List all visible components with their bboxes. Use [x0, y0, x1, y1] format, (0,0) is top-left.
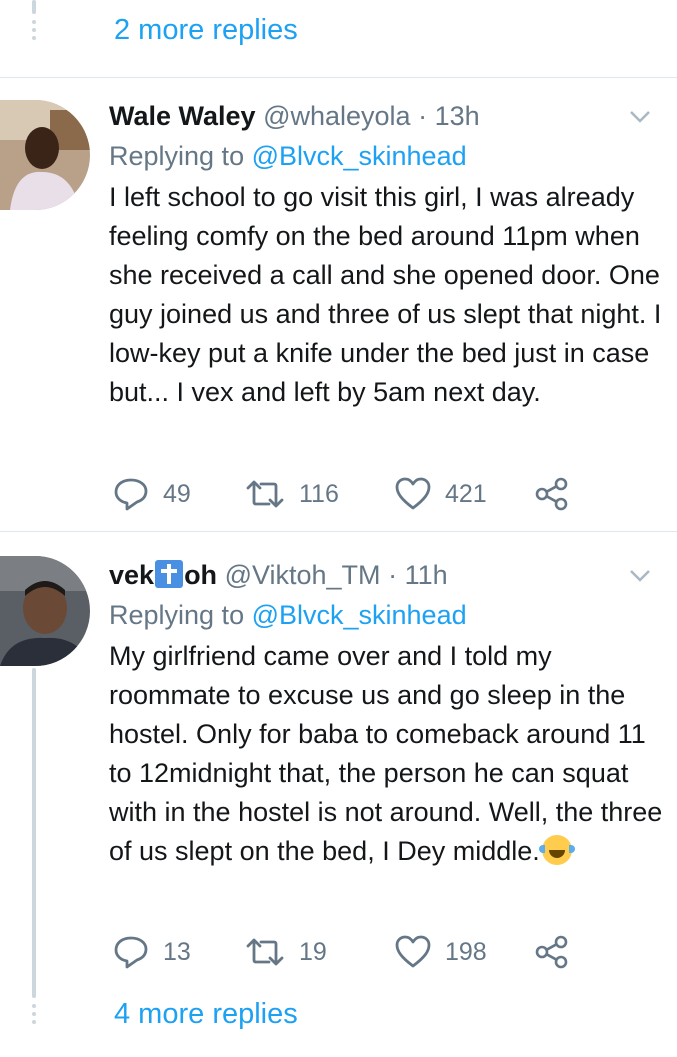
latin-cross-emoji — [155, 560, 184, 588]
like-count: 421 — [445, 479, 487, 508]
divider — [0, 531, 677, 532]
retweet-icon — [246, 938, 284, 966]
handle[interactable]: @Viktoh_TM — [225, 560, 381, 590]
timestamp[interactable]: 11h — [405, 560, 448, 590]
retweet-button[interactable]: 116 — [245, 474, 339, 514]
display-name-part: oh — [184, 560, 218, 590]
tweet-header: Wale Waley @whaleyola · 13h — [109, 96, 669, 136]
display-name[interactable]: vek oh — [109, 560, 217, 590]
like-button[interactable]: 421 — [395, 474, 487, 514]
tweet-header: vek oh @Viktoh_TM · 11h — [109, 555, 669, 595]
like-count: 198 — [445, 937, 487, 966]
timestamp[interactable]: 13h — [435, 101, 480, 131]
replying-to-label: Replying to — [109, 141, 252, 171]
retweet-count: 116 — [299, 479, 339, 508]
reply-count: 13 — [163, 937, 191, 966]
like-button[interactable]: 198 — [395, 932, 487, 972]
reply-button[interactable]: 13 — [113, 932, 191, 972]
replying-to: Replying to @Blvck_skinhead — [109, 595, 669, 635]
divider — [0, 77, 677, 78]
avatar[interactable] — [0, 556, 90, 666]
more-replies-link-bottom[interactable]: 4 more replies — [114, 998, 298, 1031]
replying-to: Replying to @Blvck_skinhead — [109, 136, 669, 176]
separator-dot: · — [388, 560, 398, 590]
share-button[interactable] — [535, 932, 583, 972]
mention-link[interactable]: @Blvck_skinhead — [252, 600, 467, 630]
retweet-count: 19 — [299, 937, 327, 966]
mention-link[interactable]: @Blvck_skinhead — [252, 141, 467, 171]
display-name[interactable]: Wale Waley — [109, 101, 256, 131]
tweet-text: I left school to go visit this girl, I w… — [109, 182, 662, 407]
share-icon — [535, 935, 568, 969]
separator-dot: · — [418, 101, 428, 131]
handle[interactable]: @whaleyola — [263, 101, 411, 131]
tweet-text: My girlfriend came over and I told my ro… — [109, 641, 663, 866]
heart-icon — [395, 477, 431, 510]
reply-button[interactable]: 49 — [113, 474, 191, 514]
replying-to-label: Replying to — [109, 600, 252, 630]
reply-icon — [114, 936, 148, 969]
reply-count: 49 — [163, 479, 191, 508]
tweet[interactable]: Wale Waley @whaleyola · 13h Replying to … — [109, 96, 669, 412]
thread-dots-top — [31, 20, 37, 44]
thread-line-top — [32, 0, 36, 14]
share-button[interactable] — [535, 474, 583, 514]
heart-icon — [395, 935, 431, 968]
avatar[interactable] — [0, 100, 90, 210]
display-name-part: vek — [109, 560, 155, 590]
reply-icon — [114, 478, 148, 511]
tweet-text-container: My girlfriend came over and I told my ro… — [109, 637, 669, 871]
tweet[interactable]: vek oh @Viktoh_TM · 11h Replying to @Blvc… — [109, 555, 669, 871]
retweet-icon — [246, 480, 284, 508]
retweet-button[interactable]: 19 — [245, 932, 327, 972]
thread-line — [32, 668, 36, 998]
share-icon — [535, 477, 568, 511]
more-replies-link-top[interactable]: 2 more replies — [114, 14, 298, 47]
tears-of-joy-emoji — [538, 835, 575, 865]
thread-dots-bottom — [31, 1004, 37, 1028]
